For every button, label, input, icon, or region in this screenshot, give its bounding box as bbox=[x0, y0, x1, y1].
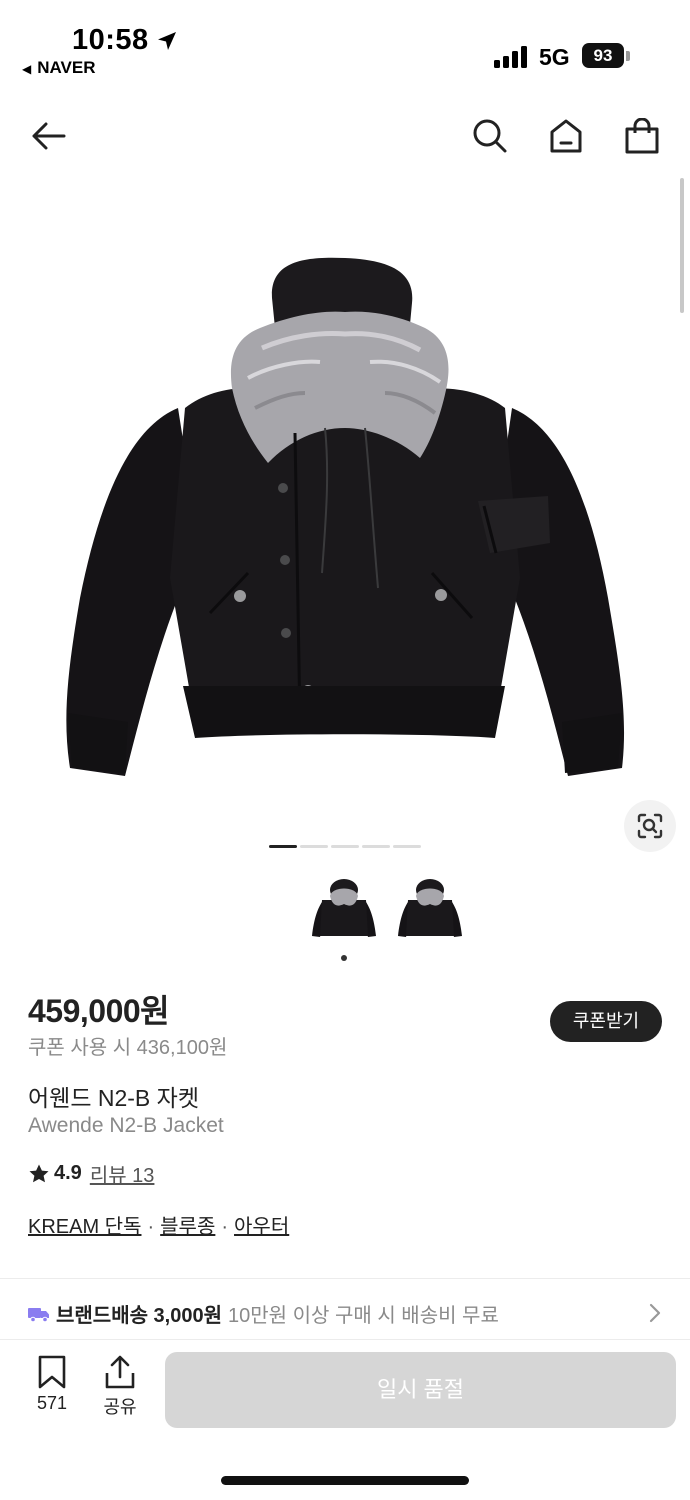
product-name-korean: 어웬드 N2-B 자켓 bbox=[28, 1085, 199, 1111]
search-icon bbox=[473, 119, 507, 153]
star-icon bbox=[29, 1164, 49, 1182]
category-tags: KREAM 단독 · 블루종 · 아우터 bbox=[28, 1210, 289, 1239]
review-link[interactable]: 리뷰 13 bbox=[90, 1159, 155, 1188]
back-button[interactable] bbox=[26, 114, 70, 158]
network-type: 5G bbox=[539, 44, 570, 70]
rating-row: 4.9 리뷰 13 bbox=[28, 1159, 154, 1188]
status-bar: 10:58 ◀ NAVER 5G 93 bbox=[0, 0, 690, 90]
chevron-right-icon bbox=[649, 1303, 661, 1323]
home-icon bbox=[550, 119, 582, 153]
thumbnail-1[interactable] bbox=[306, 874, 382, 944]
bookmark-icon bbox=[38, 1355, 66, 1389]
home-button[interactable] bbox=[544, 114, 588, 158]
thumbnail-2[interactable] bbox=[392, 874, 468, 944]
battery-icon: 93 bbox=[582, 43, 624, 68]
get-coupon-button[interactable]: 쿠폰받기 bbox=[550, 1001, 662, 1042]
page-dot-1[interactable] bbox=[269, 845, 297, 848]
tag-separator: · bbox=[147, 1216, 155, 1238]
temporarily-sold-out-button[interactable]: 일시 품절 bbox=[165, 1352, 676, 1428]
bottom-bar-divider bbox=[0, 1339, 690, 1340]
coupon-price: 쿠폰 사용 시 436,100원 bbox=[28, 1037, 228, 1059]
thumbnail-indicator bbox=[341, 955, 347, 961]
search-button[interactable] bbox=[468, 114, 512, 158]
image-page-indicator bbox=[269, 845, 421, 848]
scrollbar[interactable] bbox=[680, 178, 684, 313]
signal-icon bbox=[494, 46, 527, 68]
color-thumbnails bbox=[306, 874, 468, 944]
product-name-english: Awende N2-B Jacket bbox=[28, 1114, 224, 1137]
back-to-app-link[interactable]: ◀ NAVER bbox=[22, 58, 95, 78]
save-count: 571 bbox=[36, 1393, 68, 1413]
location-arrow-icon bbox=[158, 32, 176, 50]
delivery-info-row[interactable]: 브랜드배송 3,000원 10만원 이상 구매 시 배송비 무료 bbox=[28, 1299, 499, 1328]
share-label: 공유 bbox=[103, 1397, 137, 1417]
page-dot-5[interactable] bbox=[393, 845, 421, 848]
tag-outer[interactable]: 아우터 bbox=[234, 1216, 289, 1238]
share-button[interactable]: 공유 bbox=[100, 1355, 140, 1419]
shopping-bag-icon bbox=[625, 118, 659, 154]
tag-kream-exclusive[interactable]: KREAM 단독 bbox=[28, 1216, 141, 1238]
tag-blouson[interactable]: 블루종 bbox=[160, 1216, 215, 1238]
image-search-button[interactable] bbox=[624, 800, 676, 852]
page-dot-4[interactable] bbox=[362, 845, 390, 848]
back-arrow-icon bbox=[32, 122, 66, 150]
share-icon bbox=[105, 1355, 135, 1389]
page-dot-2[interactable] bbox=[300, 845, 328, 848]
home-indicator[interactable] bbox=[221, 1476, 469, 1485]
save-button[interactable]: 571 bbox=[32, 1355, 72, 1414]
delivery-truck-icon bbox=[28, 1307, 49, 1322]
status-time: 10:58 bbox=[72, 24, 149, 56]
page-dot-3[interactable] bbox=[331, 845, 359, 848]
back-app-label: NAVER bbox=[37, 58, 96, 77]
lens-search-icon bbox=[637, 813, 663, 839]
battery-tip bbox=[626, 51, 630, 61]
product-price: 459,000원 bbox=[28, 993, 170, 1029]
back-triangle-icon: ◀ bbox=[22, 62, 32, 76]
cart-button[interactable] bbox=[620, 114, 664, 158]
tag-separator: · bbox=[221, 1216, 229, 1238]
top-nav-bar bbox=[0, 100, 690, 170]
free-shipping-note: 10만원 이상 구매 시 배송비 무료 bbox=[228, 1305, 499, 1327]
rating-score: 4.9 bbox=[54, 1162, 82, 1184]
product-image[interactable] bbox=[0, 178, 690, 828]
delivery-fee: 브랜드배송 3,000원 bbox=[56, 1305, 223, 1327]
section-divider bbox=[0, 1278, 690, 1279]
